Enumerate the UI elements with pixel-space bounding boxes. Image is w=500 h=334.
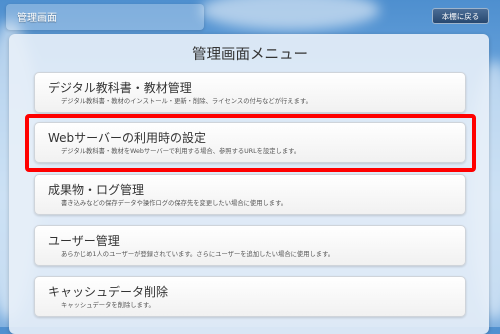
- menu-item-description: デジタル教科書・教材のインストール・更新・削除、ライセンスの付与などが行えます。: [61, 98, 312, 105]
- menu-item-title: ユーザー管理: [48, 234, 120, 248]
- back-to-bookshelf-button[interactable]: 本棚に戻る: [432, 8, 489, 24]
- menu-item-description: キャッシュデータを削除します。: [61, 302, 155, 309]
- menu-item-web-server-settings[interactable]: Webサーバーの利用時の設定 デジタル教科書・教材をWebサーバーで利用する場合…: [34, 122, 466, 163]
- menu-item-description: あらかじめ1人のユーザーが登録されています。さらにユーザーを追加したい場合に使用…: [61, 251, 335, 258]
- menu-item-output-log-management[interactable]: 成果物・ログ管理 書き込みなどの保存データや操作ログの保存先を変更したい場合に使…: [34, 174, 466, 215]
- page-title: 管理画面: [17, 13, 57, 24]
- menu-item-title: 成果物・ログ管理: [48, 183, 145, 197]
- menu-item-title: デジタル教科書・教材管理: [48, 81, 192, 95]
- menu-item-delete-cache[interactable]: キャッシュデータ削除 キャッシュデータを削除します。: [34, 276, 466, 317]
- menu-item-user-management[interactable]: ユーザー管理 あらかじめ1人のユーザーが登録されています。さらにユーザーを追加し…: [34, 225, 466, 266]
- menu-item-title: キャッシュデータ削除: [48, 285, 169, 299]
- menu-item-description: デジタル教科書・教材をWebサーバーで利用する場合、参照するURLを設定します。: [61, 148, 301, 155]
- panel-title: 管理画面メニュー: [192, 47, 308, 63]
- menu-item-title: Webサーバーの利用時の設定: [48, 131, 207, 145]
- menu-item-description: 書き込みなどの保存データや操作ログの保存先を変更したい場合に使用します。: [61, 200, 288, 207]
- menu-item-textbook-management[interactable]: デジタル教科書・教材管理 デジタル教科書・教材のインストール・更新・削除、ライセ…: [34, 72, 466, 113]
- cloud: [200, 0, 380, 30]
